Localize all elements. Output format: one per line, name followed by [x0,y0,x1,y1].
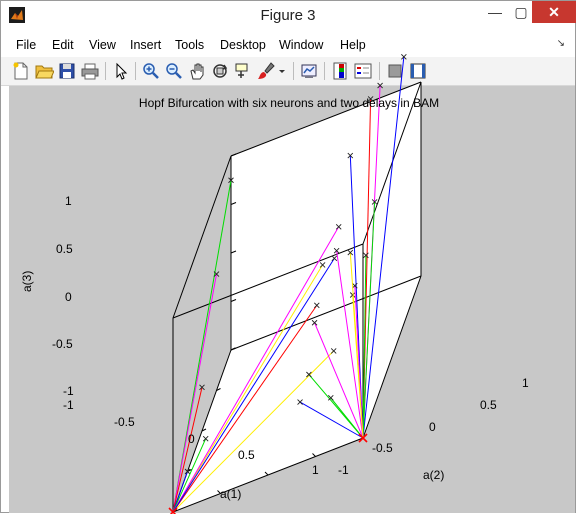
y-tick-label: -0.5 [372,441,393,455]
z-axis-label: a(3) [20,270,34,292]
z-tick-label: -1 [63,384,74,398]
axes-3d[interactable] [1,1,576,514]
z-tick-label: 0 [65,290,72,304]
y-tick-label: 1 [522,376,529,390]
y-axis-label: a(2) [423,468,445,482]
axes-box-edge [172,155,232,319]
z-tick-label: -0.5 [52,337,73,351]
x-tick-label: 0 [188,432,195,446]
figure-window: Figure 3 — ▢ ✕ File Edit View Insert Too… [0,0,576,514]
x-tick-label: 0.5 [238,448,255,462]
y-tick-label: 0 [429,420,436,434]
y-tick-label: 0.5 [480,398,497,412]
x-tick-label: -1 [63,398,74,412]
x-axis-label: a(1) [220,487,242,501]
y-tick-label: -1 [338,463,349,477]
plot-title: Hopf Bifurcation with six neurons and tw… [138,96,440,110]
z-tick-label: 0.5 [56,242,73,256]
x-tick-label: 1 [312,463,319,477]
x-tick-label: -0.5 [114,415,135,429]
z-tick-label: 1 [65,194,72,208]
